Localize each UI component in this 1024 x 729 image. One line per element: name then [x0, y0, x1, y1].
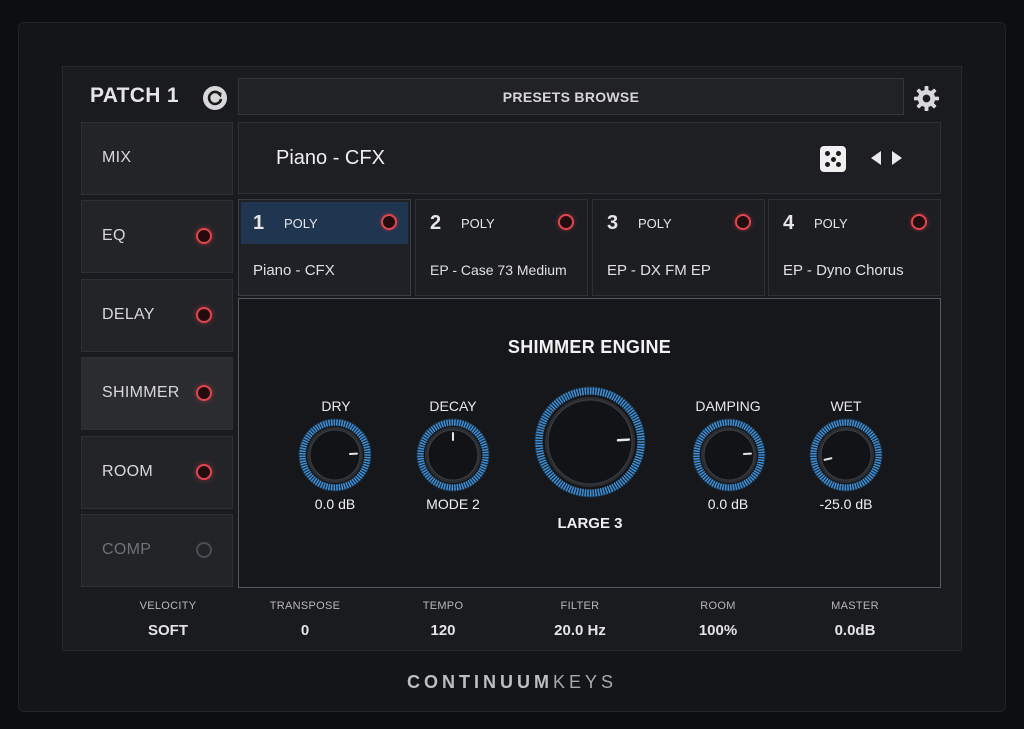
slot-power-led[interactable] [735, 214, 751, 230]
layer-slot-1[interactable]: 1 POLY Piano - CFX [238, 199, 411, 296]
presets-browse-button[interactable]: PRESETS BROWSE [238, 78, 904, 115]
slot-number: 2 [430, 212, 442, 234]
slot-power-led[interactable] [911, 214, 927, 230]
preset-name[interactable]: Piano - CFX [276, 147, 385, 170]
transpose-label: TRANSPOSE [269, 600, 341, 612]
slot-number: 3 [607, 212, 619, 234]
sidebar-item-label: DELAY [102, 306, 155, 323]
shimmer-power-led[interactable] [196, 385, 212, 401]
slot-number: 1 [253, 212, 265, 234]
velocity-label: VELOCITY [139, 600, 197, 612]
decay-value: MODE 2 [426, 496, 480, 512]
sidebar-item-label: ROOM [102, 463, 153, 480]
arrow-right-icon[interactable] [892, 151, 902, 165]
damping-knob[interactable] [692, 418, 766, 492]
arrow-left-icon[interactable] [871, 151, 881, 165]
slot-mode[interactable]: POLY [461, 216, 495, 231]
room-label: ROOM [700, 600, 736, 612]
room-power-led[interactable] [196, 464, 212, 480]
slot-power-led[interactable] [558, 214, 574, 230]
sidebar-item-comp[interactable]: COMP [81, 514, 233, 587]
sidebar-item-delay[interactable]: DELAY [81, 279, 233, 352]
dry-knob[interactable] [298, 418, 372, 492]
slot-preset-name: Piano - CFX [253, 262, 335, 279]
sidebar-item-label: COMP [102, 541, 152, 558]
layer-slot-3[interactable]: 3 POLY EP - DX FM EP [592, 199, 765, 296]
decay-label: DECAY [429, 398, 477, 414]
filter-value[interactable]: 20.0 Hz [510, 622, 650, 639]
wet-knob[interactable] [809, 418, 883, 492]
engine-title: SHIMMER ENGINE [507, 337, 672, 357]
decay-knob[interactable] [416, 418, 490, 492]
sidebar-item-room[interactable]: ROOM [81, 436, 233, 509]
layer-slot-2[interactable]: 2 POLY EP - Case 73 Medium [415, 199, 588, 296]
sidebar-item-eq[interactable]: EQ [81, 200, 233, 273]
slot-preset-name: EP - Case 73 Medium [430, 262, 567, 278]
velocity-value[interactable]: SOFT [98, 622, 238, 639]
slot-preset-name: EP - Dyno Chorus [783, 262, 904, 279]
sidebar-item-label: MIX [102, 149, 132, 166]
slot-preset-name: EP - DX FM EP [607, 262, 711, 279]
damping-value: 0.0 dB [707, 496, 749, 512]
room-value[interactable]: 100% [648, 622, 788, 639]
delay-power-led[interactable] [196, 307, 212, 323]
dry-label: DRY [321, 398, 351, 414]
patch-title: PATCH 1 [90, 84, 179, 107]
presets-browse-label: PRESETS BROWSE [502, 88, 640, 105]
brand-bold: CONTINUUM [406, 672, 553, 692]
master-value[interactable]: 0.0dB [785, 622, 925, 639]
slot-number: 4 [783, 212, 795, 234]
refresh-icon[interactable] [202, 85, 228, 111]
sidebar-item-label: SHIMMER [102, 384, 180, 401]
transpose-value[interactable]: 0 [235, 622, 375, 639]
size-knob[interactable] [534, 386, 646, 498]
sidebar-item-shimmer[interactable]: SHIMMER [81, 357, 233, 430]
tempo-label: TEMPO [422, 600, 464, 612]
dice-icon[interactable] [820, 146, 846, 172]
damping-label: DAMPING [695, 398, 761, 414]
master-label: MASTER [831, 600, 879, 612]
wet-label: WET [830, 398, 862, 414]
slot-power-led[interactable] [381, 214, 397, 230]
dry-value: 0.0 dB [314, 496, 356, 512]
sidebar-item-label: EQ [102, 227, 126, 244]
filter-label: FILTER [560, 600, 600, 612]
size-value: LARGE 3 [557, 515, 623, 532]
gear-icon[interactable] [913, 85, 940, 112]
brand-light: KEYS [552, 672, 618, 692]
layer-slot-4[interactable]: 4 POLY EP - Dyno Chorus [768, 199, 941, 296]
wet-value: -25.0 dB [819, 496, 873, 512]
sidebar-item-mix[interactable]: MIX [81, 122, 233, 195]
comp-power-led[interactable] [196, 542, 212, 558]
eq-power-led[interactable] [196, 228, 212, 244]
slot-mode[interactable]: POLY [284, 216, 318, 231]
brand-logo: CONTINUUMKEYS [0, 672, 1024, 693]
slot-mode[interactable]: POLY [638, 216, 672, 231]
tempo-value[interactable]: 120 [373, 622, 513, 639]
slot-mode[interactable]: POLY [814, 216, 848, 231]
